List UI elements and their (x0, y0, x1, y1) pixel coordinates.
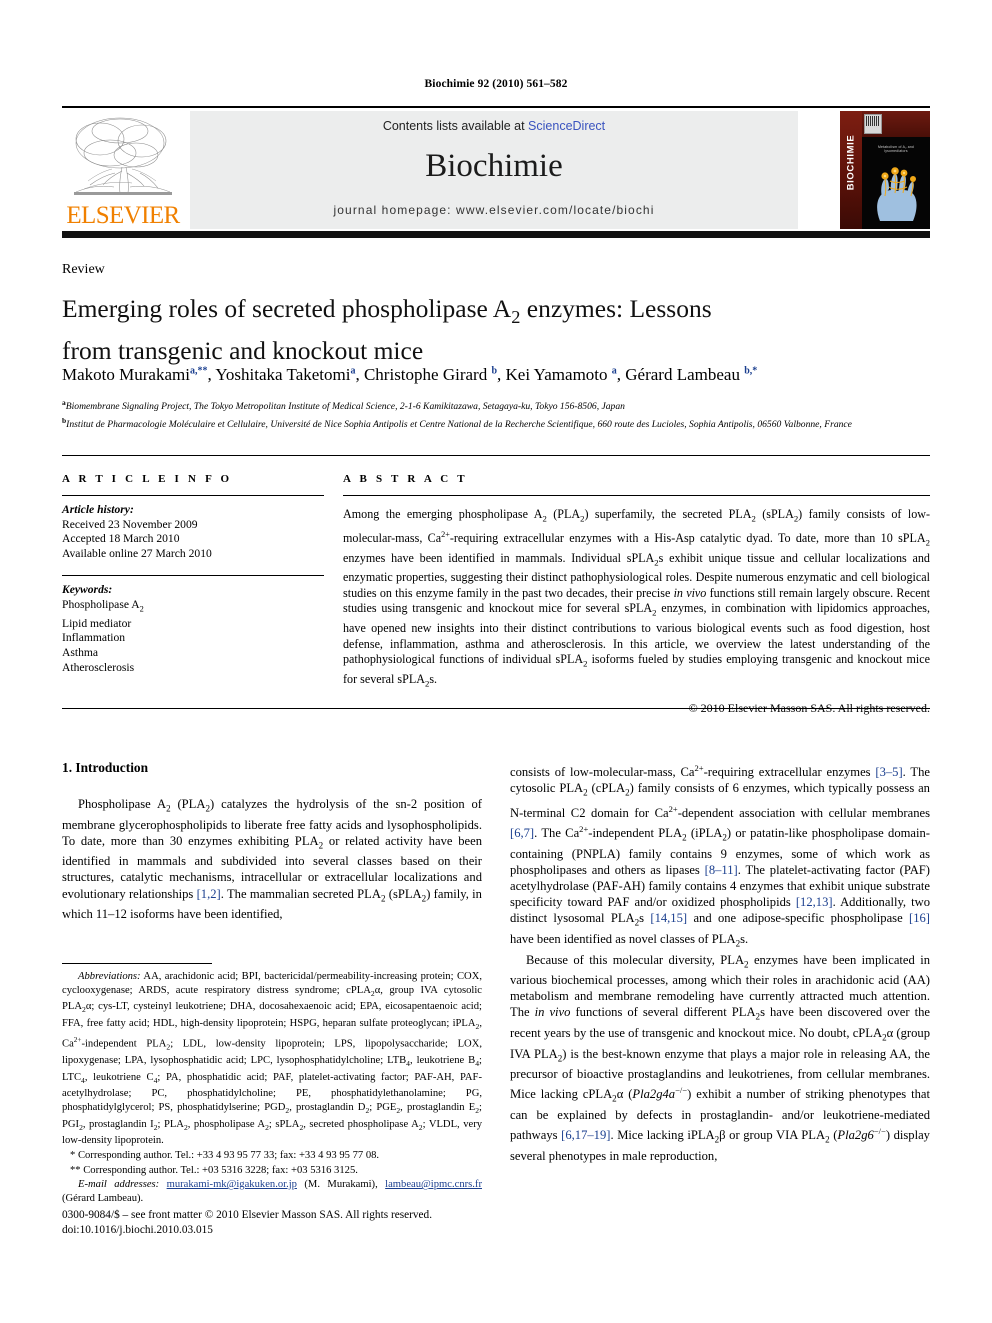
author-name[interactable]: Yoshitaka Taketomi (215, 365, 350, 384)
article-history-received: Received 23 November 2009 (62, 517, 198, 531)
author-affiliation-mark: a,** (189, 365, 208, 377)
keyword-item: Phospholipase A2 (62, 597, 144, 614)
email-owner-murakami: (M. Murakami), (304, 1179, 378, 1191)
article-info-rule (62, 495, 324, 496)
author-name[interactable]: Kei Yamamoto (506, 365, 608, 384)
keyword-item: Asthma (62, 646, 99, 660)
cover-hand-illustration (872, 165, 922, 223)
footnote-emails: E-mail addresses: murakami-mk@igakuken.o… (62, 1178, 482, 1205)
article-title-line2: from transgenic and knockout mice (62, 336, 424, 366)
citation-ref[interactable]: [8–11] (705, 863, 738, 877)
colophon-doi-line[interactable]: doi:10.1016/j.biochi.2010.03.015 (62, 1223, 532, 1238)
cover-badge-icon (864, 114, 883, 142)
keyword-item: Atherosclerosis (62, 660, 135, 674)
contents-available-line: Contents lists available at ScienceDirec… (190, 119, 798, 133)
author-affiliation-mark: b (491, 365, 498, 377)
affiliation-list: aBiomembrane Signaling Project, The Toky… (62, 396, 932, 432)
author-affiliation-mark: a (611, 365, 617, 377)
contents-prefix-text: Contents lists available at (382, 119, 529, 133)
cover-artwork-panel: Metabolism of A₂ and lysomediators (862, 137, 930, 229)
email-link-lambeau[interactable]: lambeau@ipmc.cnrs.fr (385, 1179, 482, 1190)
section-heading-introduction: 1. Introduction (62, 760, 149, 775)
masthead-top-rule (62, 106, 930, 108)
author-list: Makoto Murakamia,**, Yoshitaka Taketomia… (62, 365, 758, 384)
keyword-item: Lipid mediator (62, 616, 132, 630)
email-addresses-label: E-mail addresses: (78, 1179, 160, 1191)
article-type-label: Review (62, 262, 105, 277)
footnote-corresponding-author-1: * Corresponding author. Tel.: +33 4 93 9… (70, 1149, 380, 1161)
author-name[interactable]: Gérard Lambeau (625, 365, 740, 384)
keywords-label: Keywords: (62, 583, 113, 597)
abstract-column: A B S T R A C T Among the emerging phosp… (343, 473, 930, 716)
email-link-murakami[interactable]: murakami-mk@igakuken.or.jp (167, 1179, 297, 1190)
article-history-accepted: Accepted 18 March 2010 (62, 532, 180, 546)
abbreviations-label: Abbreviations: (78, 971, 141, 982)
journal-cover-thumbnail[interactable]: BIOCHIMIE Metabolism of A₂ and lysomedia… (840, 111, 930, 229)
article-title: Emerging roles of secreted phospholipase… (62, 292, 862, 368)
cover-badge-lines (866, 116, 879, 126)
footnote-separator-rule (62, 963, 212, 964)
journal-homepage-line[interactable]: journal homepage: www.elsevier.com/locat… (190, 203, 798, 217)
citation-ref[interactable]: [6,7] (510, 826, 534, 840)
article-info-column: A R T I C L E I N F O Article history: R… (62, 473, 324, 675)
journal-title: Biochimie (425, 148, 563, 184)
citation-ref[interactable]: [12,13] (796, 895, 833, 909)
footnote-block: Abbreviations: AA, arachidonic acid; BPI… (62, 970, 482, 1205)
affiliation-item: aBiomembrane Signaling Project, The Toky… (62, 396, 932, 414)
affiliation-text: Institut de Pharmacologie Moléculaire et… (66, 418, 852, 430)
author-affiliation-mark: a (350, 365, 356, 377)
abstract-copyright: © 2010 Elsevier Masson SAS. All rights r… (688, 700, 930, 715)
citation-ref[interactable]: [3–5] (875, 765, 902, 779)
article-history-online: Available online 27 March 2010 (62, 546, 212, 560)
colophon-issn-line: 0300-9084/$ – see front matter © 2010 El… (62, 1209, 433, 1221)
elsevier-tree-icon (70, 115, 176, 201)
abstract-heading: A B S T R A C T (343, 473, 468, 485)
article-info-heading: A R T I C L E I N F O (62, 473, 233, 485)
citation-ref[interactable]: [16] (909, 911, 930, 925)
colophon-block: 0300-9084/$ – see front matter © 2010 El… (62, 1208, 532, 1237)
article-title-line1: Emerging roles of secreted phospholipase… (62, 294, 512, 323)
article-history-label: Article history: (62, 503, 134, 516)
footnote-abbreviations: Abbreviations: AA, arachidonic acid; BPI… (62, 971, 483, 1147)
body-column-left: 1. Introduction Phospholipase A2 (PLA2) … (62, 760, 482, 922)
author-name[interactable]: Makoto Murakami (62, 365, 190, 384)
citation-ref[interactable]: [14,15] (650, 911, 687, 925)
journal-masthead: ELSEVIER Contents lists available at Sci… (62, 106, 930, 238)
body-column-right: consists of low-molecular-mass, Ca2+-req… (510, 760, 930, 1164)
running-head: Biochimie 92 (2010) 561–582 (424, 78, 568, 90)
intro-paragraph-2: Because of this molecular diversity, PLA… (510, 952, 931, 1163)
infoblock-top-rule (62, 455, 930, 456)
affiliation-item: bInstitut de Pharmacologie Moléculaire e… (62, 414, 932, 432)
cover-spine-label: BIOCHIMIE (845, 134, 857, 191)
article-title-line1b: enzymes: Lessons (520, 294, 712, 323)
cover-spine: BIOCHIMIE (840, 111, 862, 229)
elsevier-wordmark: ELSEVIER (66, 202, 180, 229)
cover-top-band (862, 111, 930, 142)
author-name[interactable]: Christophe Girard (364, 365, 487, 384)
abstract-body: Among the emerging phospholipase A2 (PLA… (343, 507, 930, 689)
author-affiliation-mark: b,* (744, 365, 758, 377)
abstract-rule (343, 495, 930, 496)
masthead-center-panel: Contents lists available at ScienceDirec… (190, 111, 798, 229)
citation-ref[interactable]: [1,2] (197, 887, 221, 901)
intro-paragraph-1-left: Phospholipase A2 (PLA2) catalyzes the hy… (62, 797, 482, 922)
keywords-rule (62, 575, 324, 577)
keywords-group: Keywords: Phospholipase A2 Lipid mediato… (62, 583, 324, 675)
affiliation-text: Biomembrane Signaling Project, The Tokyo… (65, 401, 625, 413)
article-history-group: Article history: Received 23 November 20… (62, 503, 324, 561)
keyword-item: Inflammation (62, 631, 126, 645)
email-owner-lambeau: (Gérard Lambeau). (62, 1192, 144, 1204)
elsevier-logo: ELSEVIER (62, 111, 184, 229)
cover-caption: Metabolism of A₂ and lysomediators (877, 145, 915, 153)
intro-paragraph-1-right: consists of low-molecular-mass, Ca2+-req… (510, 763, 931, 949)
masthead-bottom-rule (62, 231, 930, 238)
sciencedirect-link[interactable]: ScienceDirect (528, 119, 605, 133)
journal-article-page: Biochimie 92 (2010) 561–582 ELSEVIER Con… (0, 0, 992, 1323)
citation-ref[interactable]: [6,17–19] (561, 1128, 610, 1142)
footnote-corresponding-author-2: ** Corresponding author. Tel.: +03 5316 … (70, 1164, 358, 1176)
